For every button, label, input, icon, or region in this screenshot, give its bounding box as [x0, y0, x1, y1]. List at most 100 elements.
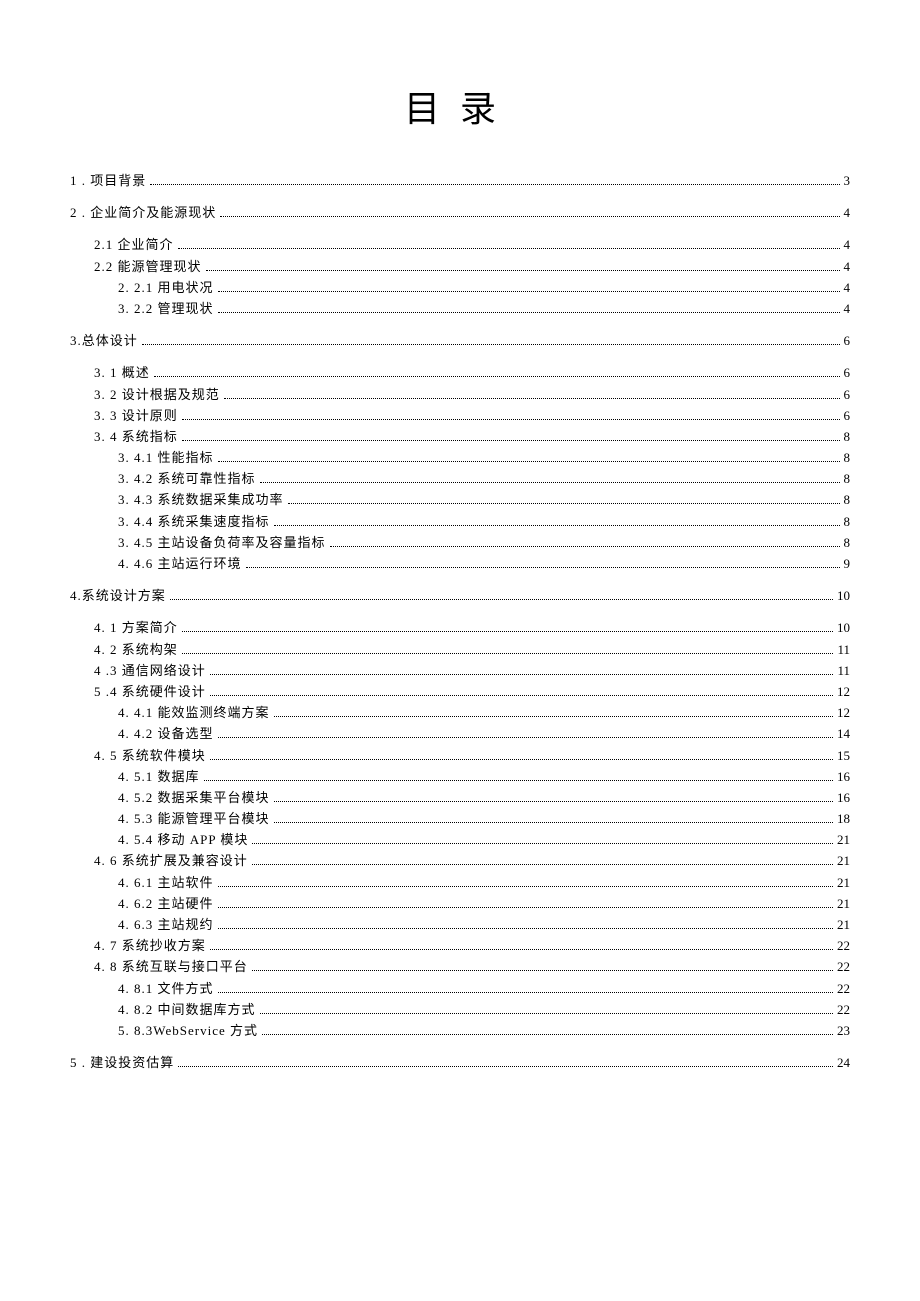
- toc-entry-label: 4. 5.4 移动 APP 模块: [118, 831, 248, 849]
- toc-dots: [218, 737, 833, 738]
- toc-entry-page: 10: [837, 619, 850, 637]
- toc-entry[interactable]: 2.1 企业简介4: [70, 236, 850, 254]
- toc-entry-page: 21: [837, 852, 850, 870]
- toc-entry-label: 4. 6.2 主站硬件: [118, 895, 214, 913]
- toc-entry-label: 2.1 企业简介: [94, 236, 174, 254]
- toc-entry-label: 3. 4.3 系统数据采集成功率: [118, 491, 284, 509]
- toc-entry-label: 3. 3 设计原则: [94, 407, 178, 425]
- toc-dots: [210, 674, 834, 675]
- toc-entry[interactable]: 4. 1 方案简介10: [70, 619, 850, 637]
- toc-entry[interactable]: 4. 6 系统扩展及兼容设计 21: [70, 852, 850, 870]
- toc-entry-page: 12: [837, 683, 850, 701]
- toc-entry[interactable]: 4. 2 系统构架11: [70, 641, 850, 659]
- toc-entry[interactable]: 4. 5.4 移动 APP 模块21: [70, 831, 850, 849]
- toc-entry-label: 4. 5.1 数据库: [118, 768, 200, 786]
- toc-entry[interactable]: 3.总体设计6: [70, 332, 850, 350]
- toc-entry[interactable]: 3. 4.3 系统数据采集成功率 8: [70, 491, 850, 509]
- toc-entry[interactable]: 2 . 企业简介及能源现状4: [70, 204, 850, 222]
- toc-entry-label: 3. 4.1 性能指标: [118, 449, 214, 467]
- toc-dots: [182, 440, 840, 441]
- toc-entry[interactable]: 4 .3 通信网络设计11: [70, 662, 850, 680]
- toc-dots: [170, 599, 833, 600]
- toc-dots: [218, 928, 833, 929]
- toc-entry[interactable]: 4. 8.1 文件方式22: [70, 980, 850, 998]
- toc-entry[interactable]: 3. 4 系统指标8: [70, 428, 850, 446]
- toc-entry-page: 9: [844, 555, 851, 573]
- toc-dots: [260, 482, 840, 483]
- toc-dots: [274, 822, 833, 823]
- toc-entry-label: 4. 4.2 设备选型: [118, 725, 214, 743]
- toc-entry[interactable]: 4. 8.2 中间数据库方式22: [70, 1001, 850, 1019]
- toc-entry-label: 3. 2 设计根据及规范: [94, 386, 220, 404]
- toc-entry-page: 10: [837, 587, 850, 605]
- toc-dots: [206, 270, 840, 271]
- toc-entry[interactable]: 3. 4.4 系统采集速度指标8: [70, 513, 850, 531]
- toc-entry-label: 5 . 建设投资估算: [70, 1054, 174, 1072]
- toc-entry-label: 4. 6 系统扩展及兼容设计: [94, 852, 248, 870]
- toc-dots: [252, 843, 833, 844]
- toc-entry[interactable]: 3. 3 设计原则 6: [70, 407, 850, 425]
- toc-entry-page: 22: [837, 958, 850, 976]
- toc-entry[interactable]: 4.系统设计方案10: [70, 587, 850, 605]
- toc-entry[interactable]: 5 .4 系统硬件设计 12: [70, 683, 850, 701]
- toc-entry[interactable]: 4. 5 系统软件模块15: [70, 747, 850, 765]
- toc-entry[interactable]: 5 . 建设投资估算24: [70, 1054, 850, 1072]
- toc-dots: [220, 216, 839, 217]
- toc-dots: [178, 1066, 833, 1067]
- toc-entry[interactable]: 4. 5.2 数据采集平台模块16: [70, 789, 850, 807]
- toc-entry[interactable]: 3. 4.2 系统可靠性指标 8: [70, 470, 850, 488]
- toc-entry[interactable]: 4. 5.1 数据库 16: [70, 768, 850, 786]
- toc-entry-label: 2.2 能源管理现状: [94, 258, 202, 276]
- toc-dots: [210, 949, 833, 950]
- toc-entry[interactable]: 4. 4.1 能效监测终端方案12: [70, 704, 850, 722]
- toc-dots: [150, 184, 839, 185]
- toc-entry-label: 5 .4 系统硬件设计: [94, 683, 206, 701]
- toc-entry-label: 3. 1 概述: [94, 364, 150, 382]
- toc-entry[interactable]: 3. 2.2 管理现状4: [70, 300, 850, 318]
- toc-entry-page: 22: [837, 1001, 850, 1019]
- toc-entry-label: 3. 4.5 主站设备负荷率及容量指标: [118, 534, 326, 552]
- toc-dots: [288, 503, 840, 504]
- toc-entry[interactable]: 5. 8.3WebService 方式23: [70, 1022, 850, 1040]
- toc-dots: [262, 1034, 833, 1035]
- toc-dots: [182, 631, 833, 632]
- toc-dots: [142, 344, 840, 345]
- toc-entry-page: 21: [837, 895, 850, 913]
- toc-entry[interactable]: 4. 6.2 主站硬件 21: [70, 895, 850, 913]
- toc-dots: [274, 716, 833, 717]
- toc-entry-label: 3. 4.4 系统采集速度指标: [118, 513, 270, 531]
- toc-entry[interactable]: 4. 4.6 主站运行环境 9: [70, 555, 850, 573]
- toc-entry[interactable]: 4. 6.1 主站软件21: [70, 874, 850, 892]
- toc-entry-label: 3. 2.2 管理现状: [118, 300, 214, 318]
- toc-entry-page: 8: [844, 470, 851, 488]
- toc-entry-page: 6: [844, 407, 851, 425]
- toc-entry-page: 8: [844, 491, 851, 509]
- toc-entry[interactable]: 3. 1 概述6: [70, 364, 850, 382]
- toc-entry[interactable]: 4. 8 系统互联与接口平台22: [70, 958, 850, 976]
- toc-entry-page: 22: [837, 937, 850, 955]
- toc-entry-label: 4. 5.3 能源管理平台模块: [118, 810, 270, 828]
- toc-entry-page: 22: [837, 980, 850, 998]
- toc-entry[interactable]: 2. 2.1 用电状况4: [70, 279, 850, 297]
- toc-entry-page: 4: [844, 258, 851, 276]
- toc-entry[interactable]: 3. 4.1 性能指标 8: [70, 449, 850, 467]
- toc-entry[interactable]: 1 . 项目背景 3: [70, 172, 850, 190]
- toc-entry[interactable]: 4. 5.3 能源管理平台模块18: [70, 810, 850, 828]
- toc-entry-page: 3: [844, 172, 851, 190]
- toc-entry-label: 1 . 项目背景: [70, 172, 146, 190]
- toc-entry-page: 16: [837, 768, 850, 786]
- toc-dots: [218, 886, 833, 887]
- toc-entry-label: 4. 4.6 主站运行环境: [118, 555, 242, 573]
- toc-entry-page: 8: [844, 449, 851, 467]
- toc-dots: [178, 248, 840, 249]
- toc-entry[interactable]: 4. 7 系统抄收方案22: [70, 937, 850, 955]
- toc-entry[interactable]: 4. 6.3 主站规约21: [70, 916, 850, 934]
- toc-entry-label: 3. 4.2 系统可靠性指标: [118, 470, 256, 488]
- toc-dots: [182, 653, 834, 654]
- toc-entry[interactable]: 3. 4.5 主站设备负荷率及容量指标8: [70, 534, 850, 552]
- toc-entry-label: 4 .3 通信网络设计: [94, 662, 206, 680]
- toc-entry[interactable]: 3. 2 设计根据及规范6: [70, 386, 850, 404]
- toc-entry[interactable]: 2.2 能源管理现状 4: [70, 258, 850, 276]
- toc-dots: [218, 461, 840, 462]
- toc-entry[interactable]: 4. 4.2 设备选型14: [70, 725, 850, 743]
